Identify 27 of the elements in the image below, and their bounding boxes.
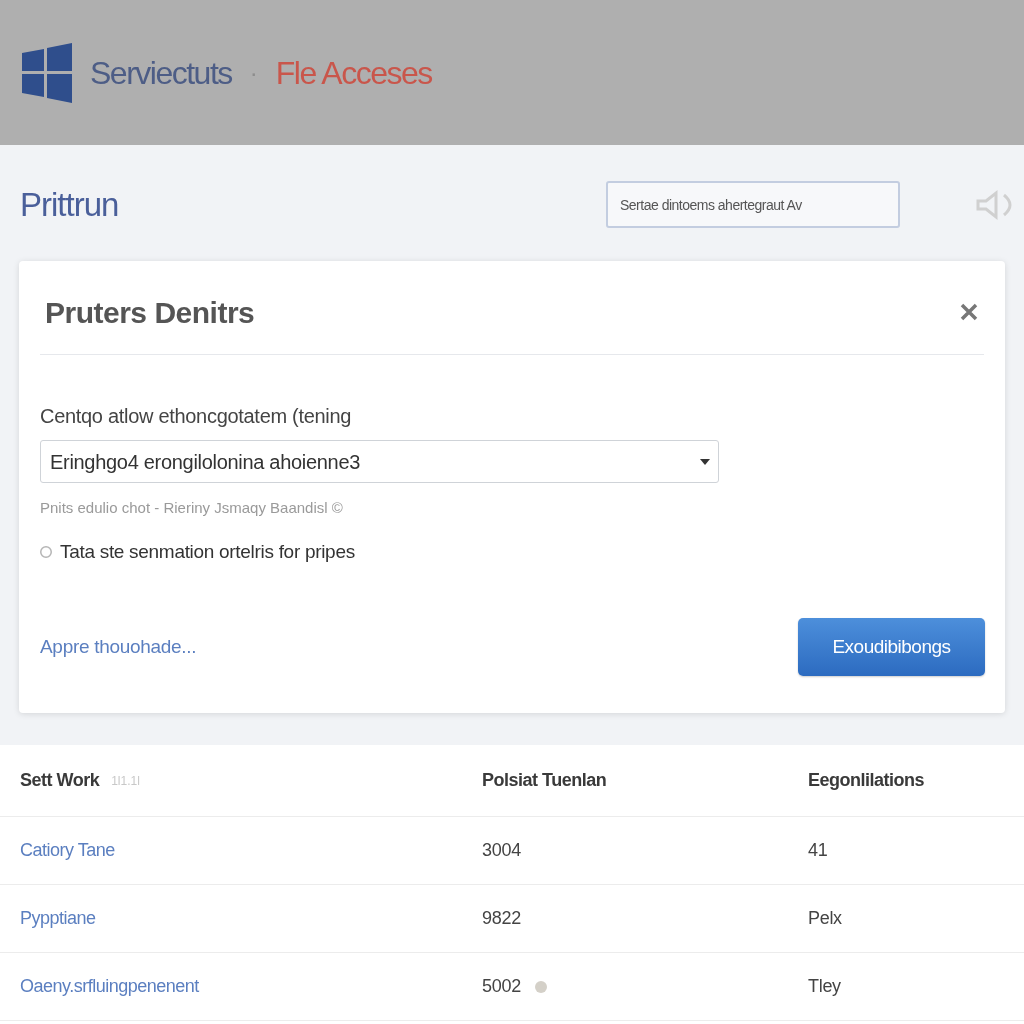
table-cell-text: Pelx: [808, 907, 842, 930]
app-name: Serviectuts: [90, 53, 232, 93]
row-link[interactable]: Pypptiane: [20, 905, 96, 932]
column-header: Sett Work: [20, 769, 100, 792]
breadcrumb-separator: ·: [249, 57, 258, 88]
column-header: Polsiat Tuenlan: [482, 769, 607, 792]
column-header: Eegonlilations: [808, 769, 924, 792]
row-link[interactable]: Catiory Tane: [20, 837, 115, 864]
footer-link[interactable]: Appre thouohade...: [40, 632, 197, 662]
caret-icon: [700, 458, 710, 465]
page-title: Prittrun: [20, 184, 119, 225]
table-cell-text: 5002: [482, 975, 521, 998]
select-field[interactable]: Eringhgo4 erongilolonina ahoienne3: [40, 440, 719, 483]
table-cell-text: 3004: [482, 839, 521, 862]
table-cell-text: Tley: [808, 975, 841, 998]
close-icon: [960, 303, 978, 321]
dialog-title: Pruters Denitrs: [45, 294, 255, 331]
row-link[interactable]: Oaeny.srfluingpenenent: [20, 973, 199, 1000]
hint-text: Pnits edulio chot - Rieriny Jsmaqy Baandisl ©: [40, 499, 343, 517]
radio-button[interactable]: [40, 546, 52, 558]
primary-button[interactable]: Exoudibibongs: [798, 618, 985, 676]
table-cell-text: 41: [808, 839, 828, 862]
field-label: Centqo atlow ethoncgotatem (tening: [40, 404, 352, 428]
table-cell-text: 9822: [482, 907, 521, 930]
option-label: Tata ste senmation ortelris for pripes: [60, 539, 355, 564]
search-field[interactable]: Sertae dintoems ahertegraut Av: [606, 181, 900, 228]
four-pane-logo-icon: [22, 42, 72, 103]
